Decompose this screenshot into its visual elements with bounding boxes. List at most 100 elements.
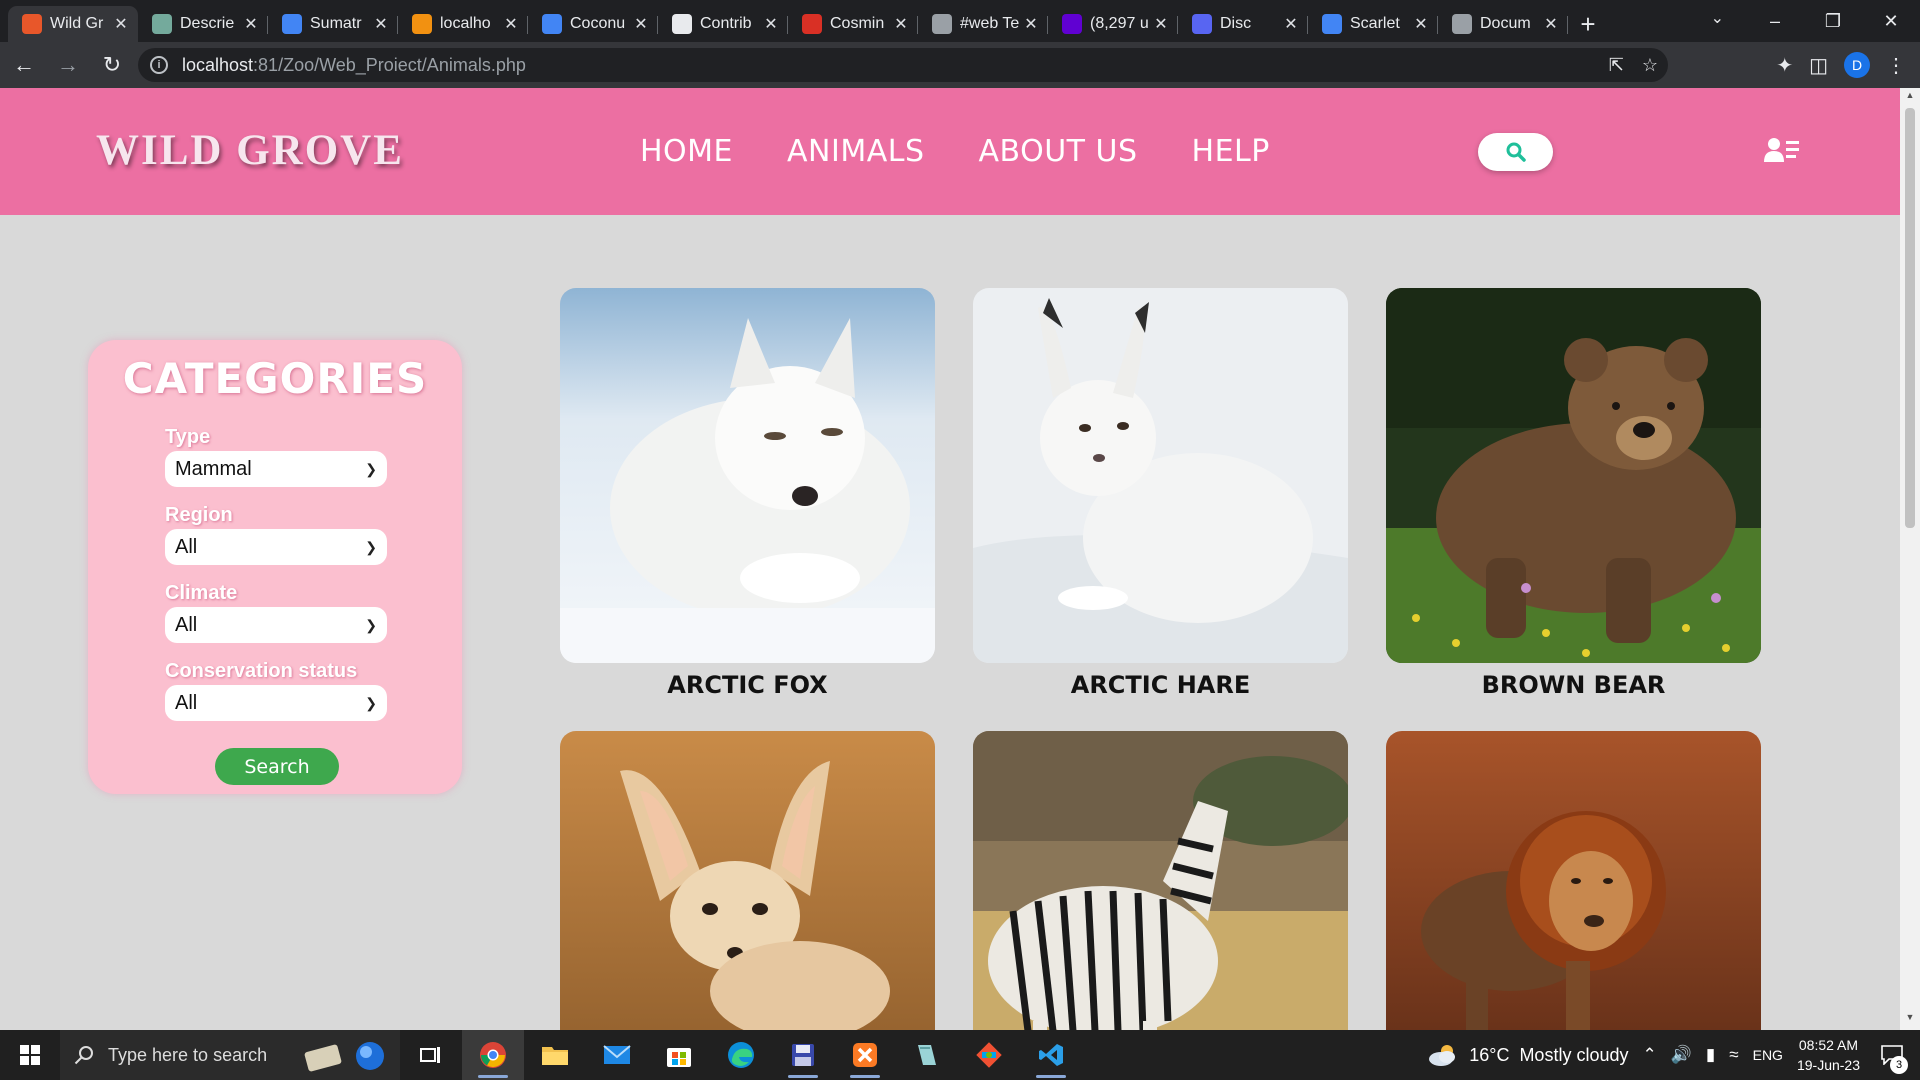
tab-close-icon[interactable]: ✕ [1282,14,1300,34]
tab-favicon-icon [412,14,432,34]
tray-overflow-chevron-icon[interactable]: ⌃ [1642,1045,1656,1065]
animal-name[interactable]: ARCTIC HARE [973,671,1348,699]
filter-region: Region All ❯ [165,504,387,565]
animal-card-5[interactable] [973,731,1348,1030]
browser-tab[interactable]: Contrib ✕ [658,6,788,42]
taskbar-store[interactable] [648,1030,710,1080]
animal-card-arctic-hare[interactable]: ARCTIC HARE [973,288,1348,699]
arctic-fox-photo[interactable] [560,288,935,663]
vscode-icon [1039,1044,1063,1066]
nav-about-us[interactable]: ABOUT US [979,134,1138,169]
page-scrollbar[interactable]: ▲ ▼ [1900,88,1920,1030]
weather-widget[interactable]: 16°C Mostly cloudy [1427,1043,1628,1067]
browser-tab[interactable]: Scarlet ✕ [1308,6,1438,42]
browser-tab[interactable]: Coconu ✕ [528,6,658,42]
user-list-icon[interactable] [1764,136,1800,166]
reload-button[interactable]: ↻ [92,45,132,85]
tab-favicon-icon [542,14,562,34]
bookmark-star-icon[interactable]: ☆ [1642,55,1658,76]
taskbar-file-explorer[interactable] [524,1030,586,1080]
browser-tab[interactable]: Disc ✕ [1178,6,1308,42]
animal-name[interactable]: ARCTIC FOX [560,671,935,699]
notification-center-button[interactable]: 3 [1874,1030,1910,1080]
task-view-button[interactable] [400,1030,462,1080]
scroll-down-icon[interactable]: ▼ [1900,1012,1920,1028]
tab-close-icon[interactable]: ✕ [892,14,910,34]
type-select[interactable]: Mammal ❯ [165,451,387,487]
share-icon[interactable]: ⇱ [1609,55,1624,76]
site-logo[interactable]: WILD GROVE [96,126,404,175]
tab-close-icon[interactable]: ✕ [372,14,390,34]
minimize-icon[interactable]: – [1746,0,1804,42]
tab-close-icon[interactable]: ✕ [1152,14,1170,34]
tab-close-icon[interactable]: ✕ [112,14,130,34]
wifi-icon[interactable]: ≈ [1729,1045,1738,1065]
zebra-photo[interactable] [973,731,1348,1030]
browser-tab[interactable]: Docum ✕ [1438,6,1568,42]
input-language[interactable]: ENG [1753,1047,1783,1063]
taskbar-xampp[interactable] [834,1030,896,1080]
filter-search-button[interactable]: Search [215,748,339,785]
filter-region-label: Region [165,504,233,526]
tab-search-chevron-icon[interactable]: ⌄ [1711,8,1724,28]
close-window-icon[interactable]: ✕ [1862,0,1920,42]
taskbar-chrome[interactable] [462,1030,524,1080]
nav-animals[interactable]: ANIMALS [787,134,924,169]
arctic-hare-photo[interactable] [973,288,1348,663]
browser-tab[interactable]: Descrie ✕ [138,6,268,42]
windows-start-button[interactable] [0,1030,60,1080]
taskbar-clock[interactable]: 08:52 AM 19-Jun-23 [1797,1035,1860,1075]
taskbar-search-box[interactable]: Type here to search [60,1030,400,1080]
animal-card-4[interactable] [560,731,935,1030]
tab-close-icon[interactable]: ✕ [1022,14,1040,34]
animal-name[interactable]: BROWN BEAR [1386,671,1761,699]
climate-select[interactable]: All ❯ [165,607,387,643]
scrollbar-thumb[interactable] [1905,108,1915,528]
tab-close-icon[interactable]: ✕ [762,14,780,34]
taskbar-vscode[interactable] [1020,1030,1082,1080]
taskbar-edge[interactable] [710,1030,772,1080]
conservation-select[interactable]: All ❯ [165,685,387,721]
browser-tab[interactable]: #web Te ✕ [918,6,1048,42]
side-panel-icon[interactable]: ◫ [1809,53,1828,78]
nav-home[interactable]: HOME [640,134,733,169]
tab-close-icon[interactable]: ✕ [632,14,650,34]
volume-icon[interactable]: 🔊 [1671,1045,1692,1065]
battery-icon[interactable]: ▮ [1706,1045,1715,1065]
animal-card-6[interactable] [1386,731,1761,1030]
browser-tab[interactable]: Wild Gr ✕ [8,6,138,42]
region-select[interactable]: All ❯ [165,529,387,565]
extensions-icon[interactable]: ✦ [1776,53,1793,78]
browser-tab[interactable]: (8,297 u ✕ [1048,6,1178,42]
restore-icon[interactable]: ❐ [1804,0,1862,42]
fennec-fox-photo[interactable] [560,731,935,1030]
tab-close-icon[interactable]: ✕ [1412,14,1430,34]
scroll-up-icon[interactable]: ▲ [1900,90,1920,106]
weather-description: Mostly cloudy [1519,1044,1629,1065]
tab-close-icon[interactable]: ✕ [502,14,520,34]
clock-date: 19-Jun-23 [1796,1057,1860,1073]
taskbar-mail[interactable] [586,1030,648,1080]
forward-button[interactable]: → [48,45,88,85]
browser-tab[interactable]: localho ✕ [398,6,528,42]
browser-tab[interactable]: Cosmin ✕ [788,6,918,42]
profile-avatar[interactable]: D [1844,52,1870,78]
tab-title: localho [440,15,491,32]
brown-bear-photo[interactable] [1386,288,1761,663]
tab-close-icon[interactable]: ✕ [1542,14,1560,34]
animal-card-arctic-fox[interactable]: ARCTIC FOX [560,288,935,699]
back-button[interactable]: ← [4,45,44,85]
menu-kebab-icon[interactable]: ⋮ [1886,53,1906,78]
tab-close-icon[interactable]: ✕ [242,14,260,34]
nav-help[interactable]: HELP [1192,134,1270,169]
taskbar-notepad[interactable] [896,1030,958,1080]
new-tab-button[interactable]: + [1568,6,1608,42]
browser-tab[interactable]: Sumatr ✕ [268,6,398,42]
taskbar-git[interactable] [958,1030,1020,1080]
lion-photo[interactable] [1386,731,1761,1030]
animal-card-brown-bear[interactable]: BROWN BEAR [1386,288,1761,699]
address-bar[interactable]: i localhost:81/Zoo/Web_Proiect/Animals.p… [138,48,1668,82]
taskbar-save-app[interactable] [772,1030,834,1080]
header-search-button[interactable] [1478,133,1553,171]
site-info-icon[interactable]: i [150,56,168,74]
